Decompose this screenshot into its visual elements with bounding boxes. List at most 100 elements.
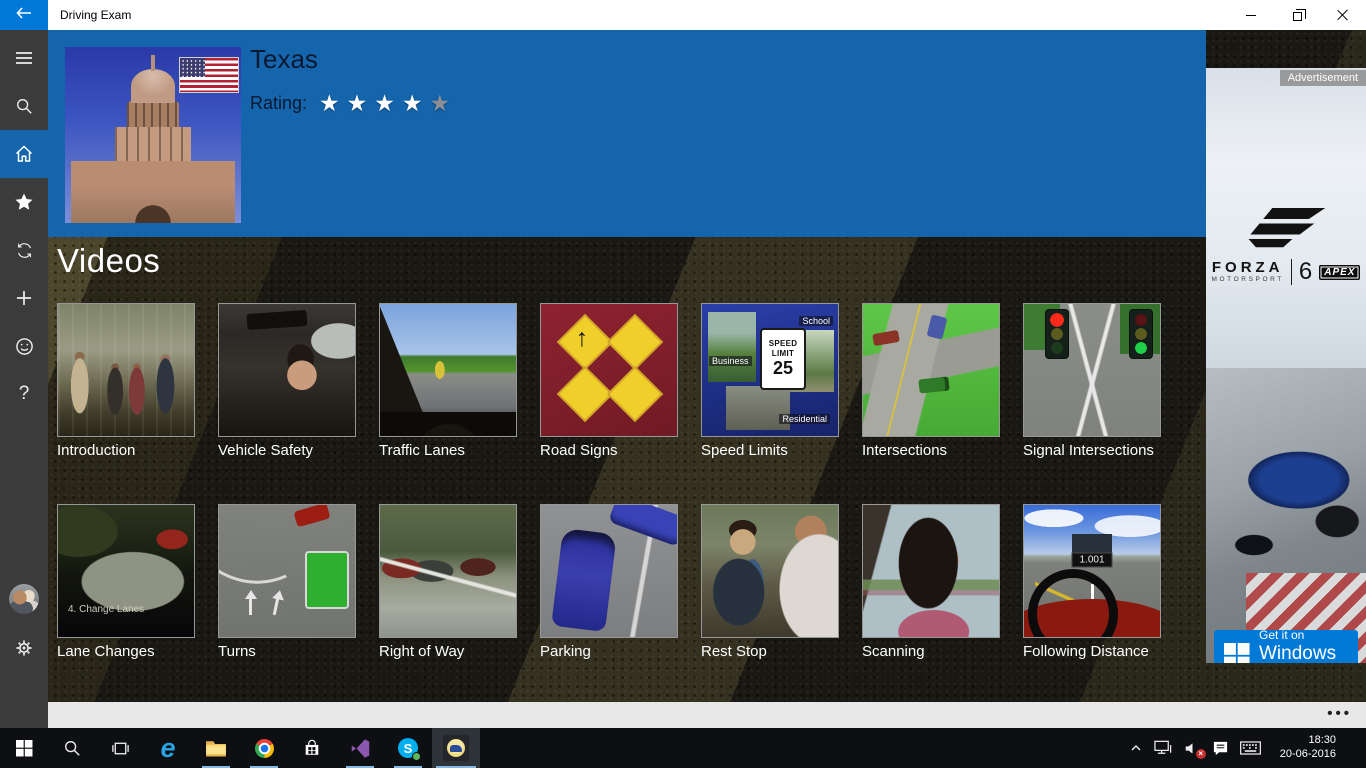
video-title: Road Signs [540,442,678,459]
restore-button[interactable] [1274,0,1320,30]
car-shape [927,314,948,339]
app-main: Texas Rating: ★★★★★ ? Videos Introductio… [0,30,1366,728]
star-rating: ★★★★★ [319,92,450,115]
video-tile-parking[interactable]: Parking [540,504,678,660]
tray-network-button[interactable] [1154,740,1173,756]
home-icon [14,144,34,164]
capitol-colonnade [127,101,179,127]
sign-text: SPEED [769,339,798,348]
window-controls [1228,0,1366,30]
video-tile-turns[interactable]: Turns [218,504,356,660]
back-arrow-icon [16,6,32,24]
video-tile-right-of-way[interactable]: Right of Way [379,504,517,660]
taskbar-clock[interactable]: 18:30 20-06-2016 [1272,734,1344,762]
video-tile-vehicle-safety[interactable]: Vehicle Safety [218,303,356,459]
sidebar-bottom-items [0,584,48,672]
video-thumbnail [218,504,356,638]
windows-store-badge[interactable]: Get it on Windows 10 [1214,630,1358,663]
star-filled-icon: ★ [402,92,423,115]
video-title: Speed Limits [701,442,839,459]
video-tile-road-signs[interactable]: Road Signs [540,303,678,459]
sidebar-item-search[interactable] [0,82,48,130]
video-tile-lane-changes[interactable]: 4. Change Lanes Lane Changes [57,504,195,660]
badge-product: Windows 10 [1259,643,1348,663]
tray-chevron-up-button[interactable] [1129,741,1143,755]
sign-text: LIMIT [772,349,794,358]
video-title: Lane Changes [57,643,195,660]
car-shape [551,528,617,632]
add-icon [15,289,33,307]
video-tile-traffic-lanes[interactable]: Traffic Lanes [379,303,517,459]
video-title: Introduction [57,442,195,459]
state-header: Texas Rating: ★★★★★ [48,30,1206,237]
video-tile-rest-stop[interactable]: Rest Stop [701,504,839,660]
taskbar-file-explorer-button[interactable] [192,728,240,768]
sidebar-item-help[interactable]: ? [0,370,48,418]
taskbar-start-button[interactable] [0,728,48,768]
sidebar-item-feedback[interactable] [0,322,48,370]
tray-icons: × [1129,740,1261,757]
photo-inset [708,312,756,382]
file-explorer-icon [205,739,227,757]
capitol-dome [131,69,175,103]
video-tile-intersections[interactable]: Intersections [862,303,1000,459]
video-tile-introduction[interactable]: Introduction [57,303,195,459]
video-tile-speed-limits[interactable]: SPEEDLIMIT25SchoolBusinessResidential Spe… [701,303,839,459]
tray-volume-muted-button[interactable]: × [1184,741,1201,756]
network-icon [1154,740,1173,756]
edge-icon: e [160,735,175,762]
taskbar-chrome-button[interactable] [240,728,288,768]
sidebar-item-home[interactable] [0,130,48,178]
forza-divider [1291,259,1292,285]
search-icon [15,97,33,115]
sidebar-item-settings[interactable] [0,624,48,672]
sidebar-item-favorites[interactable] [0,178,48,226]
video-thumbnail [862,504,1000,638]
video-thumbnail: SPEEDLIMIT25SchoolBusinessResidential [701,303,839,437]
video-tile-scanning[interactable]: Scanning [862,504,1000,660]
sidebar-item-add[interactable] [0,274,48,322]
minimize-button[interactable] [1228,0,1274,30]
video-thumbnail [57,303,195,437]
video-thumbnail [540,303,678,437]
visual-studio-icon [350,738,371,759]
video-title: Following Distance [1023,643,1161,660]
close-button[interactable] [1320,0,1366,30]
sidebar-item-menu[interactable] [0,34,48,82]
chevron-up-icon [1129,741,1143,755]
video-tile-signal-intersections[interactable]: Signal Intersections [1023,303,1161,459]
video-title: Parking [540,643,678,660]
area-label: School [799,316,833,326]
back-button[interactable] [0,0,48,30]
car-shape [918,376,949,393]
video-title: Traffic Lanes [379,442,517,459]
diamond-sign-shape [607,366,664,423]
taskbar-edge-button[interactable]: e [144,728,192,768]
chrome-icon [255,739,274,758]
video-thumbnail [218,303,356,437]
video-thumbnail: 1.001 [1023,504,1161,638]
advertisement-panel[interactable]: FORZA MOTORSPORT 6 APEX Get it on Window… [1206,68,1366,663]
taskbar-driving-exam-button[interactable] [432,728,480,768]
thumb-caption: 4. Change Lanes [68,604,144,615]
taskbar-buttons: eS [0,728,480,768]
more-options-button[interactable]: ••• [1327,702,1352,728]
video-grid: Introduction Vehicle Safety Traffic Lanes R… [57,303,1167,660]
video-title: Signal Intersections [1023,442,1161,459]
tray-action-center-button[interactable] [1212,740,1229,757]
taskbar-visual-studio-button[interactable] [336,728,384,768]
video-tile-following-distance[interactable]: 1.001 Following Distance [1023,504,1161,660]
taskbar-skype-button[interactable]: S [384,728,432,768]
tray-touch-keyboard-button[interactable] [1240,741,1261,755]
minimize-icon [1246,15,1256,16]
user-avatar[interactable] [9,584,39,614]
star-empty-icon: ★ [430,92,451,115]
taskbar-task-view-button[interactable] [96,728,144,768]
taskbar-search-button[interactable] [48,728,96,768]
forza-flag-icon [1243,208,1329,250]
video-thumbnail [379,504,517,638]
capitol-spire [151,55,155,71]
taskbar-store-button[interactable] [288,728,336,768]
search-icon [63,739,81,757]
sidebar-item-refresh[interactable] [0,226,48,274]
